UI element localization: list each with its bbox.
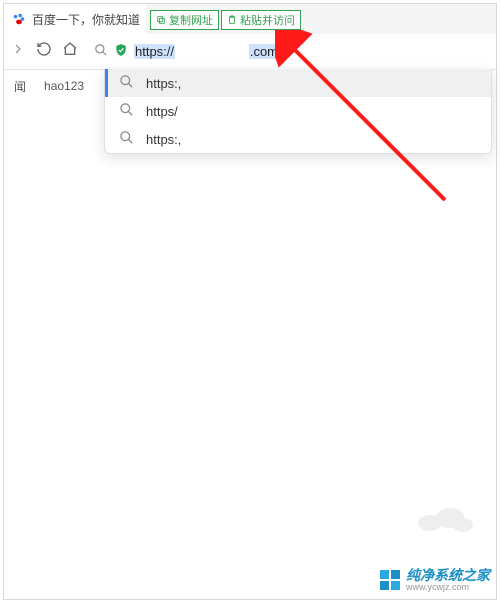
suggestion-dropdown: https:, https/ https:, (104, 69, 492, 154)
suggestion-item[interactable]: https/ (105, 97, 491, 125)
suggestion-item[interactable]: https:, (105, 69, 491, 97)
toolbar: https:// .com (4, 34, 496, 70)
browser-tab[interactable]: 百度一下，你就知道 (4, 4, 146, 34)
watermark-logo-icon (380, 570, 400, 590)
copy-url-button[interactable]: 复制网址 (150, 10, 219, 30)
bookmark-item[interactable]: hao123 (44, 79, 84, 93)
url-prefix: https:// (134, 44, 175, 59)
baidu-favicon (12, 12, 26, 26)
reload-icon[interactable] (36, 41, 52, 62)
copy-url-label: 复制网址 (169, 12, 213, 28)
search-icon (119, 130, 134, 148)
suggestion-text: https:, (146, 76, 181, 91)
bookmark-bar: 闻 hao123 (4, 72, 94, 100)
nav-controls (10, 41, 78, 62)
bookmark-item[interactable]: 闻 (14, 78, 26, 95)
forward-icon[interactable] (10, 41, 26, 62)
watermark-title: 纯净系统之家 (406, 568, 490, 583)
tab-title: 百度一下，你就知道 (32, 11, 140, 28)
address-bar-wrap: https:// .com (86, 38, 490, 66)
cloud-decoration (415, 503, 475, 538)
home-icon[interactable] (62, 41, 78, 62)
search-icon (119, 74, 134, 92)
suggestion-text: https:, (146, 132, 181, 147)
search-icon (119, 102, 134, 120)
search-icon (94, 43, 108, 60)
suggestion-text: https/ (146, 104, 178, 119)
paste-visit-label: 粘贴并访问 (240, 12, 295, 28)
paste-visit-button[interactable]: 粘贴并访问 (221, 10, 301, 30)
watermark: 纯净系统之家 www.ycwjz.com (380, 568, 490, 593)
url-suffix: .com (249, 44, 279, 59)
suggestion-item[interactable]: https:, (105, 125, 491, 153)
address-bar[interactable]: https:// .com (86, 38, 490, 66)
url-context-menu: 复制网址 粘贴并访问 (150, 10, 301, 30)
watermark-url: www.ycwjz.com (406, 583, 490, 593)
url-mask (181, 44, 243, 59)
shield-icon (114, 43, 128, 60)
